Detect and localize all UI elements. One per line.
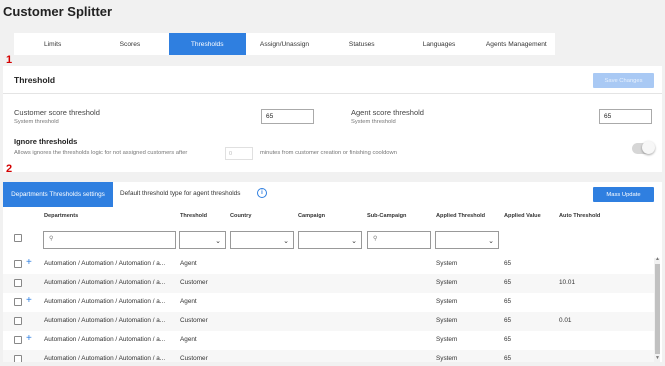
info-icon[interactable]: i — [257, 188, 267, 198]
chevron-down-icon: ⌄ — [488, 238, 494, 245]
department-cell: Automation / Automation / Automation / a… — [44, 317, 166, 324]
table-row[interactable]: + Automation / Automation / Automation / … — [3, 255, 654, 274]
col-threshold: Threshold — [180, 213, 208, 219]
customer-threshold-label: Customer score threshold — [14, 108, 100, 117]
col-campaign: Campaign — [298, 213, 326, 219]
auto-threshold-cell: 10.01 — [559, 279, 575, 286]
col-country: Country — [230, 213, 252, 219]
agent-threshold-label: Agent score threshold — [351, 108, 424, 117]
table-row[interactable]: Automation / Automation / Automation / a… — [3, 350, 654, 362]
country-filter-select[interactable]: ⌄ — [230, 231, 294, 249]
col-auto-threshold: Auto Threshold — [559, 213, 601, 219]
scroll-down-icon[interactable]: ▼ — [655, 355, 660, 361]
tab-agents-management[interactable]: Agents Management — [478, 33, 555, 55]
department-cell: Automation / Automation / Automation / a… — [44, 355, 166, 362]
col-departments: Departments — [44, 213, 79, 219]
save-changes-button[interactable]: Save Changes — [593, 73, 654, 88]
table-row[interactable]: + Automation / Automation / Automation / … — [3, 293, 654, 312]
chevron-down-icon: ⌄ — [283, 238, 289, 245]
table-row[interactable]: Automation / Automation / Automation / a… — [3, 274, 654, 293]
tab-languages[interactable]: Languages — [400, 33, 477, 55]
applied-threshold-cell: System — [436, 279, 458, 286]
applied-threshold-cell: System — [436, 298, 458, 305]
section-marker-1: 1 — [6, 54, 13, 66]
applied-value-cell: 65 — [504, 298, 512, 305]
ignore-description: Allows ignores the thresholds logic for … — [14, 150, 188, 156]
department-cell: Automation / Automation / Automation / a… — [44, 260, 166, 267]
customer-threshold-sub: System threshold — [14, 119, 59, 125]
search-icon: ⚲ — [49, 236, 54, 242]
tab-thresholds[interactable]: Thresholds — [168, 33, 246, 55]
applied-threshold-cell: System — [436, 317, 458, 324]
departments-thresholds-tab[interactable]: Departments Thresholds settings — [3, 182, 113, 207]
table-row[interactable]: Automation / Automation / Automation / a… — [3, 312, 654, 331]
chevron-down-icon: ⌄ — [351, 238, 357, 245]
threshold-panel — [3, 66, 662, 172]
agent-threshold-input[interactable]: 65 — [599, 109, 652, 124]
page-title: Customer Splitter — [3, 4, 113, 19]
scroll-up-icon[interactable]: ▲ — [655, 256, 660, 262]
auto-threshold-cell: 0.01 — [559, 317, 572, 324]
applied-value-cell: 65 — [504, 355, 512, 362]
tab-statuses[interactable]: Statuses — [323, 33, 400, 55]
department-cell: Automation / Automation / Automation / a… — [44, 298, 166, 305]
default-threshold-type-label: Default threshold type for agent thresho… — [120, 190, 241, 197]
threshold-filter-select[interactable]: ⌄ — [179, 231, 226, 249]
table-row[interactable]: + Automation / Automation / Automation / … — [3, 331, 654, 350]
threshold-cell: Agent — [180, 298, 197, 305]
search-icon: ⚲ — [373, 236, 378, 242]
col-applied-threshold: Applied Threshold — [436, 213, 486, 219]
row-checkbox[interactable] — [14, 260, 22, 268]
campaign-filter-select[interactable]: ⌄ — [298, 231, 362, 249]
expand-plus-icon[interactable]: + — [26, 257, 32, 268]
mass-update-button[interactable]: Mass Update — [593, 187, 654, 202]
tab-assign-unassign[interactable]: Assign/Unassign — [246, 33, 323, 55]
sub-campaign-search-input[interactable]: ⚲ — [367, 231, 431, 249]
departments-search-input[interactable]: ⚲ — [43, 231, 176, 249]
scrollbar-thumb[interactable] — [655, 264, 660, 354]
customer-threshold-input[interactable]: 65 — [261, 109, 314, 124]
applied-value-cell: 65 — [504, 336, 512, 343]
applied-threshold-filter-select[interactable]: ⌄ — [435, 231, 499, 249]
section-marker-2: 2 — [6, 163, 13, 175]
row-checkbox[interactable] — [14, 279, 22, 287]
expand-plus-icon[interactable]: + — [26, 295, 32, 306]
chevron-down-icon: ⌄ — [215, 238, 221, 245]
col-applied-value: Applied Value — [504, 213, 541, 219]
row-checkbox[interactable] — [14, 355, 22, 362]
row-checkbox[interactable] — [14, 317, 22, 325]
col-sub-campaign: Sub-Campaign — [367, 213, 407, 219]
applied-value-cell: 65 — [504, 317, 512, 324]
tab-limits[interactable]: Limits — [14, 33, 91, 55]
select-all-checkbox[interactable] — [14, 234, 22, 242]
divider — [3, 93, 662, 94]
threshold-cell: Customer — [180, 279, 208, 286]
expand-plus-icon[interactable]: + — [26, 333, 32, 344]
applied-value-cell: 65 — [504, 260, 512, 267]
ignore-description-end: minutes from customer creation or finish… — [260, 150, 397, 156]
applied-threshold-cell: System — [436, 336, 458, 343]
department-cell: Automation / Automation / Automation / a… — [44, 279, 166, 286]
row-checkbox[interactable] — [14, 298, 22, 306]
threshold-title: Threshold — [14, 75, 56, 85]
ignore-minutes-input[interactable]: 0 — [225, 147, 253, 160]
applied-threshold-cell: System — [436, 260, 458, 267]
tab-bar: Limits Scores Thresholds Assign/Unassign… — [14, 33, 555, 55]
department-cell: Automation / Automation / Automation / a… — [44, 336, 166, 343]
toggle-knob[interactable] — [642, 141, 655, 154]
agent-threshold-sub: System threshold — [351, 119, 396, 125]
row-checkbox[interactable] — [14, 336, 22, 344]
applied-value-cell: 65 — [504, 279, 512, 286]
ignore-thresholds-title: Ignore thresholds — [14, 137, 78, 146]
applied-threshold-cell: System — [436, 355, 458, 362]
threshold-cell: Customer — [180, 355, 208, 362]
threshold-cell: Agent — [180, 336, 197, 343]
threshold-cell: Customer — [180, 317, 208, 324]
threshold-cell: Agent — [180, 260, 197, 267]
tab-scores[interactable]: Scores — [91, 33, 168, 55]
